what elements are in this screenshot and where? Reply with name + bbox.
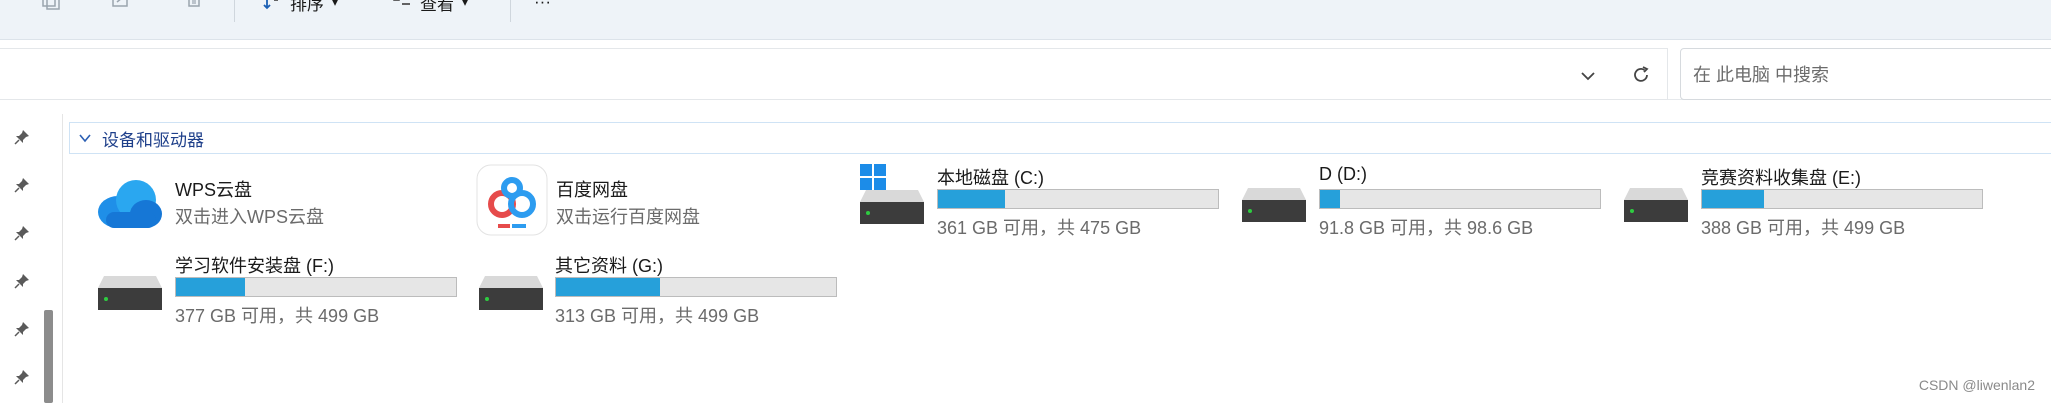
more-options-button[interactable]: ··· (534, 0, 551, 14)
windows-logo-icon (860, 164, 886, 190)
sort-icon (263, 0, 278, 10)
item-usage: 313 GB 可用，共 499 GB (555, 306, 760, 326)
item-name: WPS云盘 (175, 180, 253, 200)
drive-item-f[interactable]: 学习软件安装盘 (F:) 377 GB 可用，共 499 GB (96, 250, 476, 328)
item-usage: 361 GB 可用，共 475 GB (937, 218, 1142, 238)
item-usage: 388 GB 可用，共 499 GB (1701, 218, 1906, 238)
chevron-down-icon (78, 131, 92, 145)
view-button[interactable]: 查看 ▾ (392, 0, 468, 14)
pin-icon[interactable] (14, 369, 30, 385)
view-icon (393, 0, 410, 5)
share-icon[interactable] (110, 0, 132, 10)
usage-bar (937, 189, 1219, 209)
item-usage: 377 GB 可用，共 499 GB (175, 306, 380, 326)
address-history-chevron-icon[interactable] (1578, 66, 1598, 86)
usage-bar (555, 277, 837, 297)
more-label: ··· (534, 0, 551, 11)
drive-item-wps-cloud[interactable]: WPS云盘 双击进入WPS云盘 (94, 170, 474, 240)
toolbar-separator (234, 0, 235, 22)
cloud-icon (94, 174, 164, 232)
usage-fill (1320, 190, 1340, 208)
item-subtitle: 双击运行百度网盘 (556, 207, 700, 227)
drive-item-d[interactable]: D (D:) 91.8 GB 可用，共 98.6 GB (1240, 162, 1620, 240)
drive-item-e[interactable]: 竞赛资料收集盘 (E:) 388 GB 可用，共 499 GB (1622, 162, 2002, 240)
drive-item-g[interactable]: 其它资料 (G:) 313 GB 可用，共 499 GB (477, 250, 857, 328)
item-name: 学习软件安装盘 (F:) (175, 256, 334, 276)
item-name: 本地磁盘 (C:) (937, 168, 1044, 188)
item-usage: 91.8 GB 可用，共 98.6 GB (1319, 218, 1534, 238)
chevron-down-icon: ▾ (462, 0, 469, 9)
group-header-devices[interactable]: 设备和驱动器 (69, 122, 2051, 154)
sort-label: 排序 (290, 0, 324, 14)
drive-item-c[interactable]: 本地磁盘 (C:) 361 GB 可用，共 475 GB (858, 162, 1238, 240)
copy-icon[interactable] (40, 0, 62, 10)
baidu-netdisk-icon (476, 164, 548, 236)
item-name: 竞赛资料收集盘 (E:) (1701, 168, 1861, 188)
usage-fill (556, 278, 660, 296)
hard-drive-icon (1242, 186, 1306, 222)
item-name: D (D:) (1319, 164, 1367, 184)
hard-drive-icon (1624, 186, 1688, 222)
pin-icon[interactable] (14, 177, 30, 193)
delete-icon[interactable] (184, 0, 206, 10)
item-subtitle: 双击进入WPS云盘 (175, 207, 325, 227)
nav-scrollbar-thumb[interactable] (44, 310, 53, 403)
address-bar[interactable] (0, 48, 1668, 100)
item-name: 其它资料 (G:) (555, 256, 663, 276)
watermark: CSDN @liwenlan2 (1918, 377, 2035, 393)
usage-fill (938, 190, 1006, 208)
pane-divider (62, 114, 63, 403)
item-name: 百度网盘 (556, 180, 628, 200)
search-input[interactable]: 在 此电脑 中搜索 (1680, 48, 2051, 100)
drive-item-baidu-netdisk[interactable]: 百度网盘 双击运行百度网盘 (474, 164, 854, 240)
hard-drive-icon (860, 188, 924, 224)
group-title: 设备和驱动器 (102, 130, 204, 150)
hard-drive-icon (98, 274, 162, 310)
hard-drive-icon (479, 274, 543, 310)
refresh-icon[interactable] (1630, 64, 1652, 86)
command-toolbar: 排序 ▾ 查看 ▾ ··· (0, 0, 2051, 40)
pin-icon[interactable] (14, 129, 30, 145)
pin-icon[interactable] (14, 225, 30, 241)
toolbar-separator (510, 0, 511, 22)
usage-fill (176, 278, 245, 296)
pin-icon[interactable] (14, 273, 30, 289)
usage-bar (1319, 189, 1601, 209)
sort-button[interactable]: 排序 ▾ (262, 0, 338, 14)
usage-fill (1702, 190, 1764, 208)
address-row: 在 此电脑 中搜索 (0, 48, 2051, 100)
search-placeholder: 在 此电脑 中搜索 (1693, 65, 1830, 85)
view-label: 查看 (420, 0, 454, 14)
chevron-down-icon: ▾ (332, 0, 339, 9)
pin-icon[interactable] (14, 321, 30, 337)
usage-bar (175, 277, 457, 297)
usage-bar (1701, 189, 1983, 209)
